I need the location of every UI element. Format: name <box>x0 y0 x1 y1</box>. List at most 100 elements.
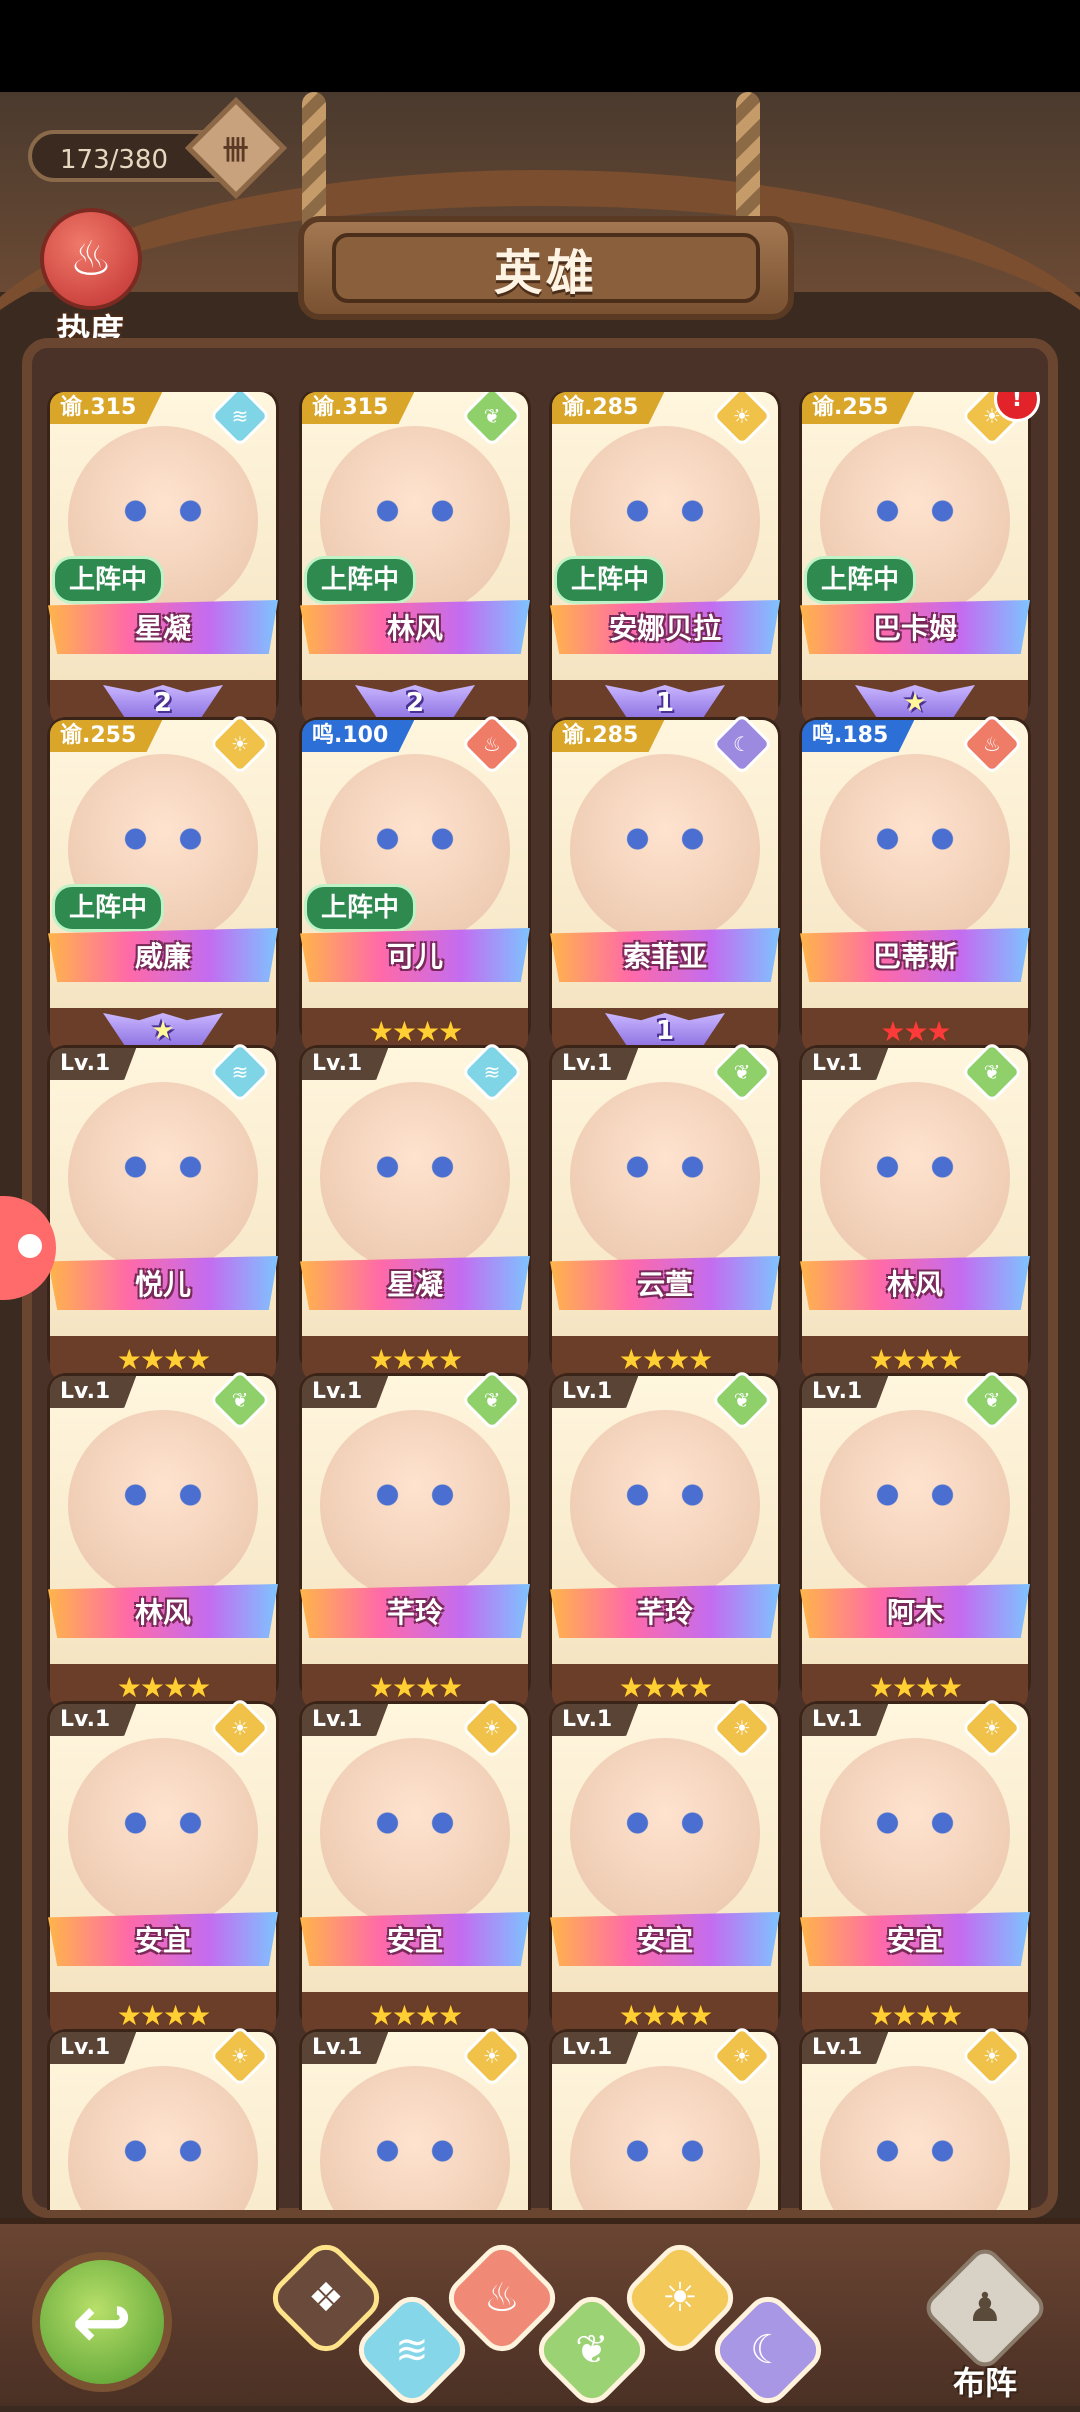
hero-name: 星凝 <box>134 612 191 645</box>
wood-element-icon: ❦ <box>710 1040 774 1104</box>
hero-card[interactable]: Lv.1 ☀ <box>802 2024 1028 2210</box>
light-element-icon: ☀ <box>208 2024 272 2088</box>
hero-level-tag: 谕.315 <box>50 392 163 424</box>
hero-grid[interactable]: 谕.315 ≋ 上阵中 星凝 2 谕.315 ❦ 上阵中 林风 2 谕.285 ☀ 上阵中 安娜贝拉 1 谕.… <box>40 392 1040 2210</box>
fire-element-icon: ♨ <box>460 712 524 776</box>
hero-portrait <box>320 1082 510 1272</box>
hero-portrait <box>570 754 760 944</box>
light-element-icon: ☀ <box>710 392 774 448</box>
hero-portrait <box>570 1082 760 1272</box>
water-element-icon: ≋ <box>208 1040 272 1104</box>
hero-name-ribbon: 可儿 <box>300 928 530 982</box>
hero-name: 芊玲 <box>636 1596 693 1629</box>
hero-level-tag: Lv.1 <box>50 1704 137 1736</box>
hero-name: 安宜 <box>886 1924 943 1957</box>
hero-name-ribbon: 林风 <box>800 1256 1030 1310</box>
wood-element-icon: ❦ <box>460 1368 524 1432</box>
rank-wing-badge: 2 <box>355 685 475 721</box>
formation-button[interactable]: ♟ 布阵 <box>919 2242 1051 2402</box>
hero-card[interactable]: Lv.1 ❦ 云萱 ★★★★ <box>550 1040 780 1382</box>
hero-name-ribbon: 威廉 <box>48 928 278 982</box>
hero-card[interactable]: 谕.315 ≋ 上阵中 星凝 2 <box>48 392 278 726</box>
water-element-icon: ≋ <box>460 1040 524 1104</box>
hero-level-tag: Lv.1 <box>552 1048 639 1080</box>
light-element-icon: ☀ <box>208 712 272 776</box>
hero-card[interactable]: 鸣.185 ♨ 巴蒂斯 ★★★ <box>800 712 1030 1054</box>
hero-card[interactable]: Lv.1 ☀ <box>552 2024 778 2210</box>
rank-wing-badge: 1 <box>605 1013 725 1049</box>
hero-card[interactable]: Lv.1 ☀ 安宜 ★★★★ <box>300 1696 530 2038</box>
hero-portrait <box>820 1082 1010 1272</box>
hero-level-tag: Lv.1 <box>802 1048 889 1080</box>
hero-card[interactable]: 谕.285 ☀ 上阵中 安娜贝拉 1 <box>550 392 780 726</box>
hero-name: 云萱 <box>636 1268 693 1301</box>
hero-card[interactable]: Lv.1 ❦ 阿木 ★★★★ <box>800 1368 1030 1710</box>
hero-card[interactable]: Lv.1 ≋ 悦儿 ★★★★ <box>48 1040 278 1382</box>
hero-card[interactable]: Lv.1 ❦ 芊玲 ★★★★ <box>550 1368 780 1710</box>
star-rating: ★★★★ <box>618 1998 713 2032</box>
wood-element-icon: ❦ <box>208 1368 272 1432</box>
hero-level-tag: Lv.1 <box>802 2032 889 2064</box>
hero-level-tag: Lv.1 <box>552 2032 639 2064</box>
hero-level-tag: 谕.255 <box>802 392 915 424</box>
hero-name: 安宜 <box>636 1924 693 1957</box>
hero-name-ribbon: 云萱 <box>550 1256 780 1310</box>
hero-level-tag: Lv.1 <box>552 1704 639 1736</box>
hero-portrait <box>320 1738 510 1928</box>
star-rating: ★★★★ <box>368 1014 463 1048</box>
hero-name-ribbon: 巴蒂斯 <box>800 928 1030 982</box>
light-element-icon: ☀ <box>208 1696 272 1760</box>
hero-level-tag: 谕.285 <box>552 392 665 424</box>
hero-card[interactable]: Lv.1 ❦ 林风 ★★★★ <box>48 1368 278 1710</box>
hero-card[interactable]: Lv.1 ☀ 安宜 ★★★★ <box>48 1696 278 2038</box>
water-icon: ≋ <box>395 2326 429 2373</box>
hero-name-ribbon: 芊玲 <box>300 1584 530 1638</box>
page-title: 英雄 <box>332 233 760 303</box>
hero-level-tag: 鸣.100 <box>302 720 415 752</box>
hero-portrait <box>570 1738 760 1928</box>
hero-portrait <box>820 1738 1010 1928</box>
hero-card[interactable]: 鸣.100 ♨ 上阵中 可儿 ★★★★ <box>300 712 530 1054</box>
hero-portrait <box>820 754 1010 944</box>
back-button[interactable]: ↩ <box>32 2252 172 2392</box>
hero-card[interactable]: Lv.1 ❦ 芊玲 ★★★★ <box>300 1368 530 1710</box>
hero-portrait <box>68 1410 258 1600</box>
hero-name-ribbon: 林风 <box>300 600 530 654</box>
hero-level-tag: Lv.1 <box>302 1704 389 1736</box>
hero-card[interactable]: 谕.285 ☾ 索菲亚 1 <box>550 712 780 1054</box>
leaf-icon: ❦ <box>575 2326 609 2373</box>
light-element-icon: ☀ <box>960 2024 1024 2088</box>
hero-level-tag: Lv.1 <box>50 1376 137 1408</box>
hero-name-ribbon: 索菲亚 <box>550 928 780 982</box>
rank-wing-badge: ★ <box>855 685 975 721</box>
hero-name: 安娜贝拉 <box>608 612 721 645</box>
hero-level-tag: Lv.1 <box>802 1704 889 1736</box>
hero-name-ribbon: 星凝 <box>48 600 278 654</box>
light-element-icon: ☀ <box>960 1696 1024 1760</box>
hero-name-ribbon: 阿木 <box>800 1584 1030 1638</box>
hero-card[interactable]: Lv.1 ≋ 星凝 ★★★★ <box>300 1040 530 1382</box>
hero-portrait <box>820 1410 1010 1600</box>
star-rating: ★★★★ <box>116 1342 211 1376</box>
hero-name-ribbon: 巴卡姆 <box>800 600 1030 654</box>
hero-name: 悦儿 <box>134 1268 191 1301</box>
hero-portrait <box>68 1738 258 1928</box>
hero-card[interactable]: Lv.1 ❦ 林风 ★★★★ <box>800 1040 1030 1382</box>
hero-name-ribbon: 安娜贝拉 <box>550 600 780 654</box>
hero-card[interactable]: 谕.255 ☀! 上阵中 巴卡姆 ★ <box>800 392 1040 726</box>
hero-card[interactable]: Lv.1 ☀ <box>302 2024 528 2210</box>
star-rating: ★★★★ <box>116 1998 211 2032</box>
hero-card[interactable]: Lv.1 ☀ 安宜 ★★★★ <box>550 1696 780 2038</box>
hero-portrait <box>320 1410 510 1600</box>
hero-card[interactable]: Lv.1 ☀ <box>50 2024 276 2210</box>
hero-level-tag: Lv.1 <box>302 1048 389 1080</box>
hero-level-tag: Lv.1 <box>302 2032 389 2064</box>
hero-card[interactable]: 谕.255 ☀ 上阵中 威廉 ★ <box>48 712 278 1054</box>
deployed-badge: 上阵中 <box>304 884 417 932</box>
hero-card[interactable]: 谕.315 ❦ 上阵中 林风 2 <box>300 392 530 726</box>
hero-level-tag: Lv.1 <box>802 1376 889 1408</box>
hero-name: 巴蒂斯 <box>872 940 957 973</box>
heat-button[interactable]: ♨ 热度 <box>40 208 142 352</box>
hero-name: 林风 <box>886 1268 943 1301</box>
hero-card[interactable]: Lv.1 ☀ 安宜 ★★★★ <box>800 1696 1030 2038</box>
